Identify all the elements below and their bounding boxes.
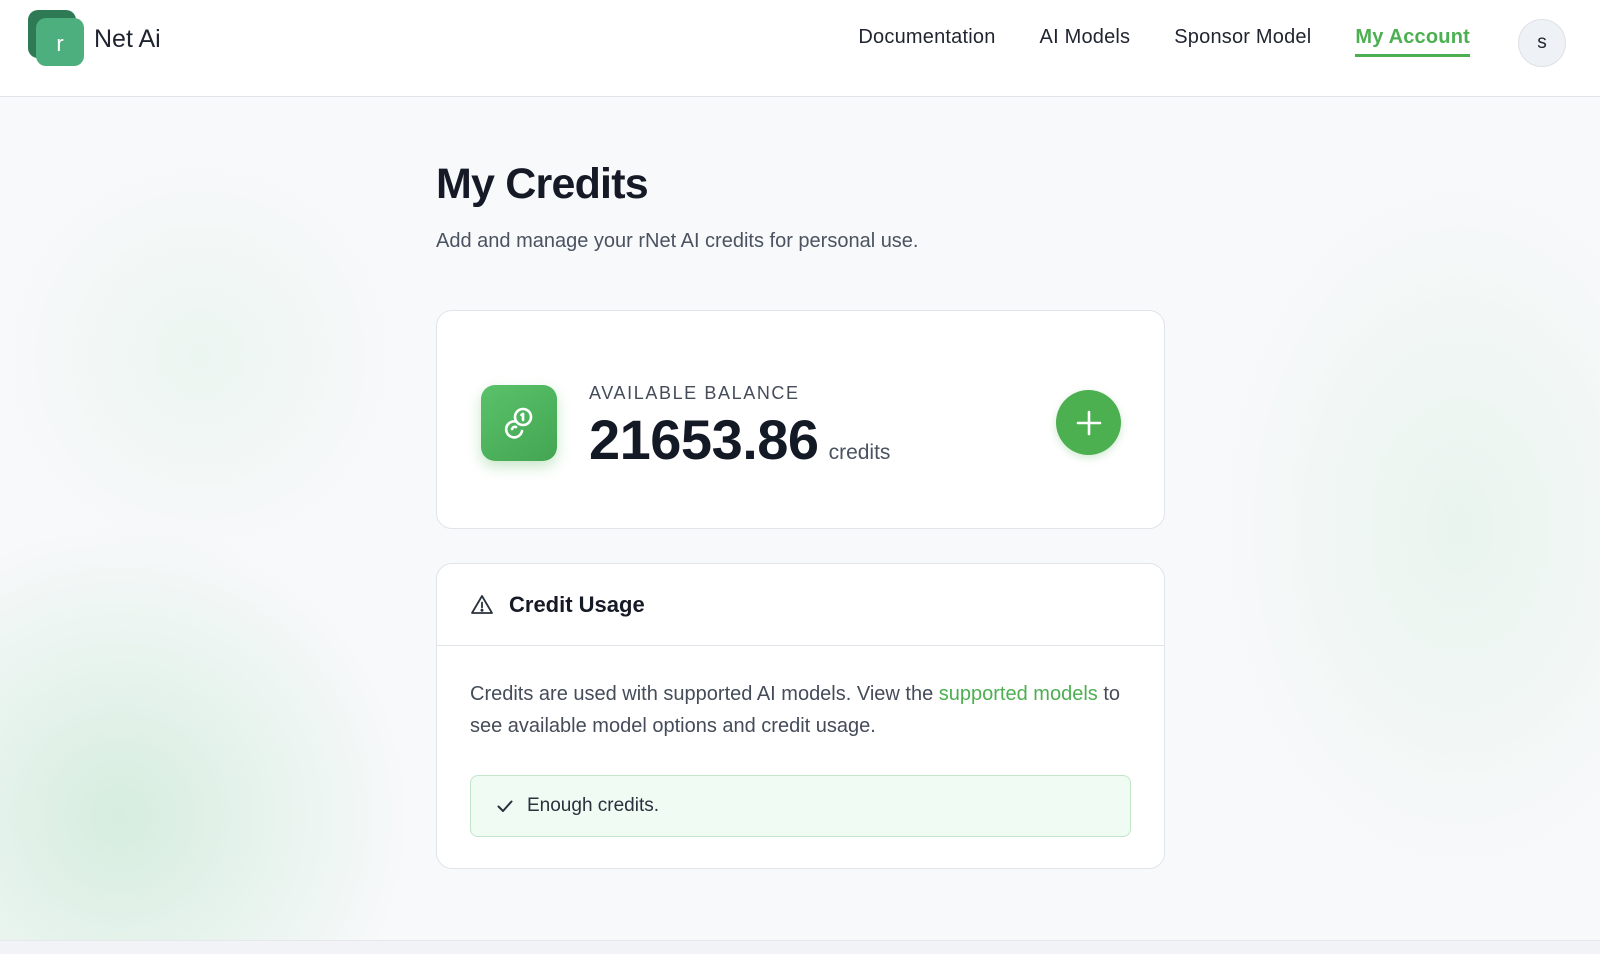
brand-name: Net Ai: [94, 24, 161, 53]
check-icon: [497, 800, 513, 812]
main-content: My Credits Add and manage your rNet AI c…: [436, 160, 1165, 869]
credit-usage-title: Credit Usage: [509, 591, 645, 617]
credit-usage-card: Credit Usage Credits are used with suppo…: [436, 563, 1165, 869]
balance-value: 21653.86: [589, 408, 819, 471]
page-title: My Credits: [436, 160, 649, 208]
supported-models-link[interactable]: supported models: [939, 683, 1098, 705]
user-avatar[interactable]: s: [1518, 19, 1566, 67]
balance-card: AVAILABLE BALANCE 21653.86 credits: [436, 310, 1165, 529]
coins-icon: [481, 385, 557, 461]
balance-label: AVAILABLE BALANCE: [589, 383, 800, 403]
credit-usage-body: Credits are used with supported AI model…: [437, 646, 1164, 837]
main-nav: Documentation AI Models Sponsor Model My…: [814, 26, 1470, 57]
brand-logo[interactable]: r Net Ai: [28, 10, 161, 68]
logo-mark: r: [28, 10, 86, 68]
credit-status-text: Enough credits.: [527, 795, 660, 816]
credit-status-box: Enough credits.: [470, 775, 1131, 837]
usage-text-before: Credits are used with supported AI model…: [470, 683, 939, 705]
nav-sponsor-model[interactable]: Sponsor Model: [1174, 26, 1311, 57]
add-credits-button[interactable]: [1056, 390, 1121, 455]
credit-usage-text: Credits are used with supported AI model…: [470, 678, 1131, 742]
page-subtitle: Add and manage your rNet AI credits for …: [436, 230, 919, 252]
nav-my-account[interactable]: My Account: [1355, 26, 1470, 57]
plus-icon: [1076, 410, 1101, 435]
balance-unit: credits: [828, 441, 891, 464]
footer-strip: [0, 940, 1600, 954]
logo-letter: r: [36, 18, 84, 66]
balance-row: 21653.86 credits: [589, 407, 890, 472]
credit-usage-header: Credit Usage: [437, 564, 1164, 646]
nav-ai-models[interactable]: AI Models: [1040, 26, 1131, 57]
top-navbar: r Net Ai Documentation AI Models Sponsor…: [0, 0, 1600, 97]
nav-documentation[interactable]: Documentation: [858, 26, 995, 57]
warning-triangle-icon: [471, 594, 493, 614]
